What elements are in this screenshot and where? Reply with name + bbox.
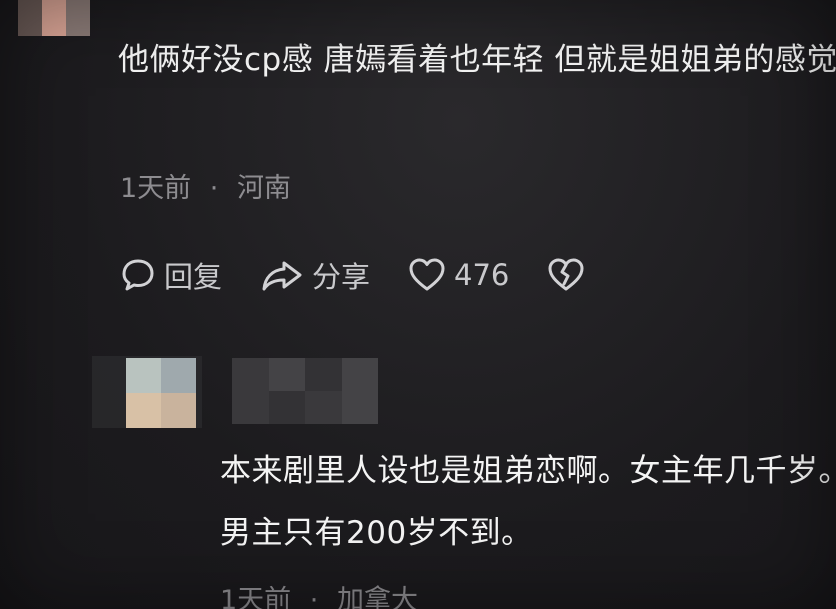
comment-text: 本来剧里人设也是姐弟恋啊。女主年几千岁。男主只有200岁不到。 bbox=[220, 453, 836, 551]
comment-text: 他俩好没cp感 唐嫣看着也年轻 但就是姐姐弟的感觉 bbox=[118, 42, 836, 78]
blur-pixel bbox=[341, 391, 378, 424]
comment-time: 1天前 bbox=[120, 173, 192, 204]
comment-location: 河南 bbox=[236, 173, 291, 204]
blur-pixel bbox=[305, 391, 342, 424]
avatar-pixel bbox=[161, 393, 196, 428]
heart-icon bbox=[409, 258, 445, 291]
share-label: 分享 bbox=[312, 260, 371, 294]
blur-pixel bbox=[341, 358, 378, 391]
blur-pixel bbox=[305, 358, 342, 391]
blur-pixel bbox=[268, 358, 305, 391]
blur-pixel bbox=[232, 358, 269, 391]
avatar[interactable] bbox=[126, 358, 196, 428]
username-blurred[interactable] bbox=[232, 358, 378, 424]
comment-meta: 1天前 · 河南 bbox=[120, 166, 291, 205]
like-button[interactable]: 476 bbox=[408, 257, 509, 293]
avatar-pixel bbox=[18, 0, 42, 36]
meta-separator: · bbox=[209, 173, 219, 204]
dislike-button[interactable] bbox=[547, 257, 593, 293]
meta-separator: · bbox=[309, 585, 319, 609]
broken-heart-icon bbox=[548, 258, 584, 291]
blur-pixel bbox=[232, 391, 269, 424]
reply-label: 回复 bbox=[164, 260, 223, 294]
chat-bubble-icon bbox=[122, 259, 154, 291]
avatar-pixel bbox=[42, 0, 66, 36]
reply-button[interactable]: 回复 bbox=[120, 254, 222, 296]
comment-location: 加拿大 bbox=[336, 585, 418, 609]
share-arrow-icon bbox=[262, 261, 302, 291]
comment-time: 1天前 bbox=[220, 585, 292, 609]
avatar-pixel bbox=[66, 0, 90, 36]
comment-meta: 1天前 · 加拿大 bbox=[220, 578, 418, 609]
avatar-pixel bbox=[126, 358, 161, 393]
share-button[interactable]: 分享 bbox=[260, 254, 370, 296]
comment-actions: 回复 分享 476 bbox=[120, 254, 631, 296]
avatar[interactable] bbox=[18, 0, 90, 36]
like-count: 476 bbox=[454, 258, 510, 292]
avatar-pixel bbox=[126, 393, 161, 428]
blur-pixel bbox=[268, 391, 305, 424]
avatar-pixel bbox=[161, 358, 196, 393]
